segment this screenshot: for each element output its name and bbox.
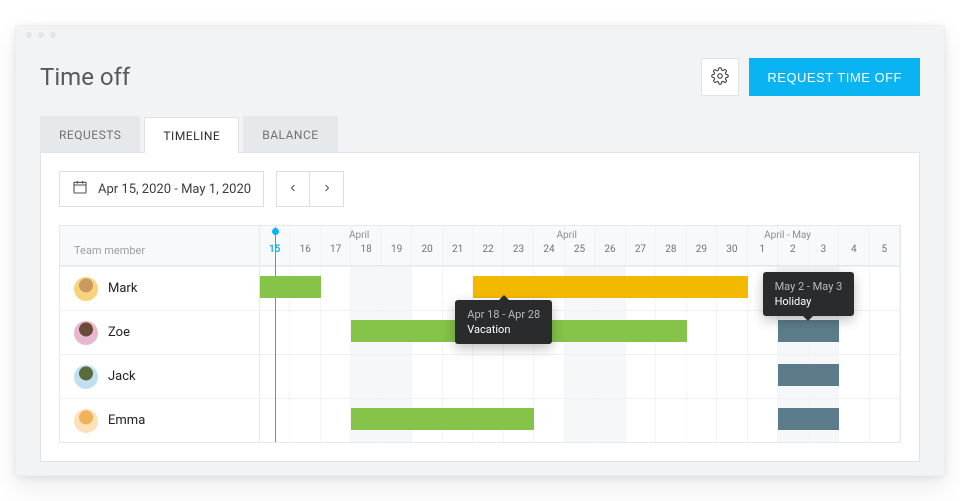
tooltip: May 2 - May 3 Holiday (763, 272, 855, 316)
date-nav (276, 171, 344, 207)
avatar (74, 321, 98, 345)
member-name: Mark (108, 281, 137, 296)
gear-icon (711, 67, 729, 88)
prev-range-button[interactable] (276, 171, 310, 207)
settings-button[interactable] (701, 58, 739, 96)
tabs: REQUESTSTIMELINEBALANCE (16, 116, 944, 152)
member-name: Jack (108, 369, 136, 384)
chevron-left-icon (287, 182, 299, 197)
avatar (74, 277, 98, 301)
tooltip: Apr 18 - Apr 28 Vacation (455, 300, 552, 344)
timeoff-bar[interactable] (473, 276, 747, 298)
gantt-chart: Team member AprilAprilApril - May 151617… (59, 225, 901, 443)
tooltip-label: Vacation (467, 323, 540, 336)
tab-timeline[interactable]: TIMELINE (144, 117, 239, 153)
days-header: AprilAprilApril - May 151617181920212223… (260, 226, 900, 265)
timeoff-bar[interactable] (778, 320, 839, 342)
timeoff-bar[interactable] (778, 408, 839, 430)
gantt-track (260, 355, 900, 398)
tooltip-date: Apr 18 - Apr 28 (467, 308, 540, 321)
avatar (74, 409, 98, 433)
page-title: Time off (40, 63, 130, 91)
window-titlebar (16, 26, 944, 44)
toolbar: Apr 15, 2020 - May 1, 2020 (41, 153, 919, 225)
tooltip-date: May 2 - May 3 (775, 280, 843, 293)
next-range-button[interactable] (310, 171, 344, 207)
chevron-right-icon (321, 182, 333, 197)
header-actions: REQUEST TIME OFF (701, 58, 920, 96)
traffic-light-dot (50, 32, 56, 38)
calendar-icon (72, 179, 88, 199)
date-range-label: Apr 15, 2020 - May 1, 2020 (98, 182, 251, 197)
header: Time off REQUEST TIME OFF (16, 44, 944, 116)
table-row: Jack (60, 354, 900, 398)
avatar (74, 365, 98, 389)
traffic-light-dot (38, 32, 44, 38)
tooltip-label: Holiday (775, 295, 843, 308)
month-label: April (557, 230, 587, 242)
member-name: Emma (108, 413, 145, 428)
tab-requests[interactable]: REQUESTS (40, 116, 140, 152)
tab-balance[interactable]: BALANCE (243, 116, 337, 152)
month-label: April (349, 230, 379, 242)
traffic-light-dot (26, 32, 32, 38)
app-window: Time off REQUEST TIME OFF REQUESTSTIMELI… (15, 25, 945, 476)
timeoff-bar[interactable] (778, 364, 839, 386)
member-cell: Jack (60, 355, 260, 398)
member-name: Zoe (108, 325, 130, 340)
gantt-header: Team member AprilAprilApril - May 151617… (60, 226, 900, 266)
team-member-column-header: Team member (60, 226, 260, 265)
request-time-off-button[interactable]: REQUEST TIME OFF (749, 58, 920, 96)
gantt-track (260, 399, 900, 442)
timeoff-bar[interactable] (351, 408, 534, 430)
gantt-body: Mark Zoe Jack Emma Apr 18 - Apr 28 Vacation Ma… (60, 266, 900, 442)
member-cell: Mark (60, 267, 260, 310)
date-range-picker[interactable]: Apr 15, 2020 - May 1, 2020 (59, 171, 264, 207)
member-cell: Zoe (60, 311, 260, 354)
timeline-panel: Apr 15, 2020 - May 1, 2020 Team member (40, 152, 920, 462)
month-label: April - May (764, 230, 811, 242)
member-cell: Emma (60, 399, 260, 442)
timeoff-bar[interactable] (260, 276, 321, 298)
table-row: Emma (60, 398, 900, 442)
